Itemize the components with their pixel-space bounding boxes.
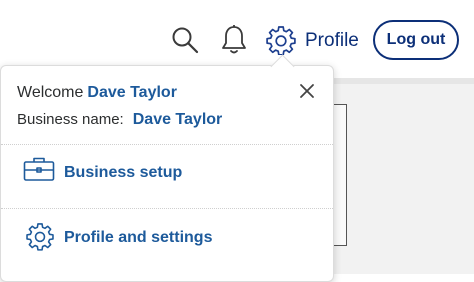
menu-divider — [1, 144, 333, 145]
briefcase-icon — [23, 157, 55, 181]
search-icon[interactable] — [171, 26, 199, 54]
business-name-row: Business name: Dave Taylor — [17, 110, 222, 130]
profile-link[interactable]: Profile — [305, 29, 359, 53]
business-name-value: Dave Taylor — [132, 111, 223, 128]
gear-icon — [26, 223, 54, 251]
menu-divider — [1, 208, 333, 209]
business-setup-menu-item[interactable]: Business setup — [1, 148, 333, 198]
welcome-user-name: Dave Taylor — [87, 84, 177, 101]
bell-icon[interactable] — [220, 24, 248, 56]
welcome-text: Welcome Dave Taylor — [17, 83, 177, 103]
logout-button[interactable]: Log out — [373, 20, 459, 60]
welcome-prefix: Welcome — [17, 84, 84, 101]
business-setup-label: Business setup — [64, 164, 183, 181]
profile-dropdown-menu: Welcome Dave Taylor Business name: Dave Ta… — [0, 65, 334, 282]
gear-icon[interactable] — [266, 25, 296, 55]
profile-settings-label: Profile and settings — [64, 229, 213, 246]
profile-settings-menu-item[interactable]: Profile and settings — [1, 213, 333, 263]
business-name-label: Business name: — [17, 111, 124, 128]
close-icon[interactable] — [295, 79, 319, 103]
